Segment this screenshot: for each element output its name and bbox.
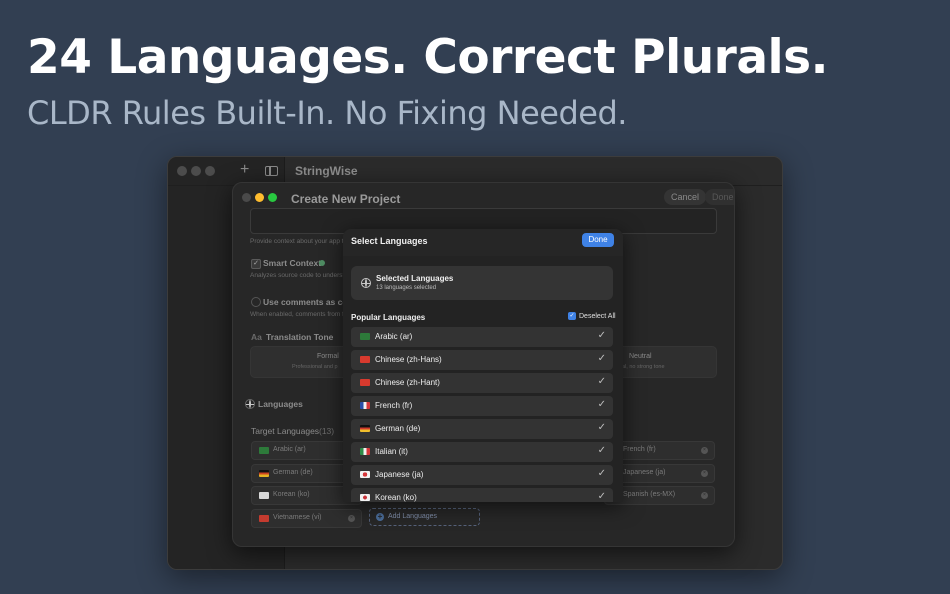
app-title: StringWise [295, 164, 358, 178]
language-label: Arabic (ar) [375, 332, 413, 341]
selected-languages-title: Selected Languages [376, 274, 454, 283]
add-languages-button[interactable]: + Add Languages [369, 508, 480, 526]
language-label: Japanese (ja) [375, 470, 424, 479]
flag-icon [259, 515, 269, 522]
plus-icon: + [376, 512, 384, 521]
languages-section-label: Languages [258, 399, 303, 409]
france-flag-icon [360, 402, 370, 409]
target-chip-label: Vietnamese (vi) [273, 514, 322, 521]
use-comments-toggle[interactable] [251, 297, 261, 307]
use-comments-hint: When enabled, comments from fi [250, 311, 346, 318]
target-chip-label: Spanish (es-MX) [623, 491, 676, 498]
language-row-zh-hant[interactable]: Chinese (zh-Hant) ✓ [351, 373, 613, 393]
checkmark-icon: ✓ [597, 468, 606, 479]
smart-context-hint: Analyzes source code to understa [250, 272, 348, 279]
sheet-zoom-button[interactable] [268, 193, 277, 202]
add-languages-label: Add Languages [388, 513, 438, 520]
remove-chip-icon[interactable]: × [701, 492, 708, 499]
target-chip-label: Japanese (ja) [623, 469, 666, 476]
checkmark-icon: ✓ [597, 491, 606, 502]
target-chip-label: German (de) [273, 469, 313, 476]
sheet-close-button[interactable] [242, 193, 251, 202]
checkmark-icon: ✓ [597, 376, 606, 387]
tone-label: Translation Tone [266, 332, 334, 342]
popular-languages-title: Popular Languages [351, 313, 426, 322]
sheet-done-button[interactable]: Done [705, 189, 734, 205]
language-label: Chinese (zh-Hans) [375, 355, 442, 364]
tone-formal-hint: Professional and p [292, 364, 338, 370]
languages-globe-icon [245, 399, 255, 409]
sheet-minimize-button[interactable] [255, 193, 264, 202]
deselect-all-label[interactable]: Deselect All [579, 313, 616, 320]
language-label: Italian (it) [375, 447, 408, 456]
tone-neutral-option[interactable]: Neutral [629, 353, 652, 360]
window-zoom-button[interactable] [205, 166, 215, 176]
window-minimize-button[interactable] [191, 166, 201, 176]
smart-context-checkbox[interactable]: ✓ [251, 259, 261, 269]
promo-subhead: CLDR Rules Built-In. No Fixing Needed. [27, 94, 627, 132]
target-chip-label: Korean (ko) [273, 491, 310, 498]
language-label: Chinese (zh-Hant) [375, 378, 440, 387]
use-comments-label: Use comments as cont [263, 297, 356, 307]
cancel-button[interactable]: Cancel [664, 189, 707, 205]
language-row-zh-hans[interactable]: Chinese (zh-Hans) ✓ [351, 350, 613, 370]
checkmark-icon: ✓ [597, 422, 606, 433]
globe-icon [361, 278, 371, 288]
checkmark-icon: ✓ [597, 399, 606, 410]
italy-flag-icon [360, 448, 370, 455]
promo-headline: 24 Languages. Correct Plurals. [27, 30, 828, 85]
context-hint: Provide context about your app to [250, 238, 348, 245]
flag-icon [259, 470, 269, 477]
popover-header: Select Languages Done [343, 229, 623, 256]
tone-icon: Aa [251, 332, 262, 342]
language-row-arabic[interactable]: Arabic (ar) ✓ [351, 327, 613, 347]
popover-title: Select Languages [351, 236, 428, 246]
remove-chip-icon[interactable]: × [701, 447, 708, 454]
language-row-italian[interactable]: Italian (it) ✓ [351, 442, 613, 462]
window-close-button[interactable] [177, 166, 187, 176]
selected-languages-count: 13 languages selected [376, 285, 437, 291]
language-row-german[interactable]: German (de) ✓ [351, 419, 613, 439]
language-row-korean[interactable]: Korean (ko) ✓ [351, 488, 613, 502]
china-flag-icon [360, 356, 370, 363]
sheet-title: Create New Project [291, 192, 401, 206]
sidebar-toggle-icon[interactable] [265, 166, 278, 176]
popover-done-button[interactable]: Done [582, 233, 614, 247]
korea-flag-icon [360, 494, 370, 501]
language-label: French (fr) [375, 401, 413, 410]
flag-icon [259, 447, 269, 454]
checkmark-icon: ✓ [597, 353, 606, 364]
target-languages-count: (13) [319, 426, 335, 436]
deselect-all-checkbox[interactable]: ✓ [568, 312, 576, 320]
language-row-japanese[interactable]: Japanese (ja) ✓ [351, 465, 613, 485]
language-label: German (de) [375, 424, 421, 433]
smart-context-info-icon[interactable] [319, 260, 325, 266]
checkmark-icon: ✓ [597, 445, 606, 456]
language-row-french[interactable]: French (fr) ✓ [351, 396, 613, 416]
select-languages-popover: Select Languages Done Selected Languages… [343, 229, 623, 502]
saudi-flag-icon [360, 333, 370, 340]
tone-neutral-hint: al, no strong tone [622, 364, 665, 370]
new-project-plus-icon[interactable]: + [240, 161, 249, 179]
target-chip[interactable]: Vietnamese (vi) × [251, 509, 362, 528]
germany-flag-icon [360, 425, 370, 432]
selected-languages-card[interactable]: Selected Languages 13 languages selected [351, 266, 613, 300]
japan-flag-icon [360, 471, 370, 478]
checkmark-icon: ✓ [597, 330, 606, 341]
remove-chip-icon[interactable]: × [701, 470, 708, 477]
china-flag-icon [360, 379, 370, 386]
language-label: Korean (ko) [375, 493, 417, 502]
flag-icon [259, 492, 269, 499]
smart-context-label: Smart Context [263, 258, 322, 268]
remove-chip-icon[interactable]: × [348, 515, 355, 522]
target-chip-label: Arabic (ar) [273, 446, 306, 453]
tone-formal-option[interactable]: Formal [317, 353, 339, 360]
target-languages-label: Target Languages [251, 426, 320, 436]
target-chip-label: French (fr) [623, 446, 656, 453]
